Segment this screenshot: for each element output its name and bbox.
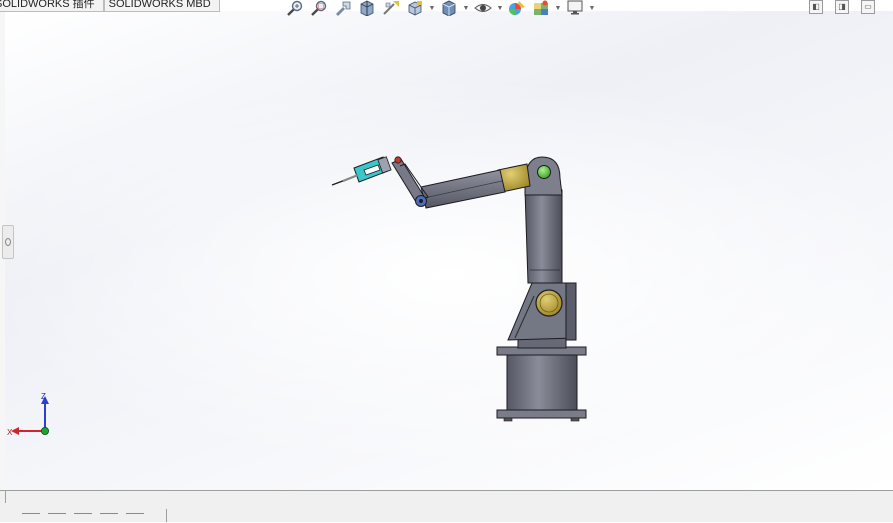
zoom-to-fit-icon[interactable]: [284, 0, 306, 16]
shoulder-mount[interactable]: [507, 282, 577, 349]
maximize-view-icon[interactable]: ▭: [861, 0, 875, 14]
chevron-down-icon[interactable]: ▼: [554, 0, 562, 16]
dynamic-annotation-icon[interactable]: [380, 0, 402, 16]
triad-z-label: Z: [41, 392, 46, 401]
bottom-bar: [0, 490, 893, 522]
tab-solidworks-addins[interactable]: SOLIDWORKS 插件: [0, 0, 104, 12]
triad-x-label: X: [7, 428, 13, 437]
tab-solidworks-mbd[interactable]: SOLIDWORKS MBD: [103, 0, 220, 12]
chevron-down-icon[interactable]: ▼: [496, 0, 504, 16]
wrist-links[interactable]: [391, 156, 429, 207]
bottom-toolbar: [22, 513, 144, 523]
display-style-icon[interactable]: [438, 0, 460, 16]
robot-arm-model[interactable]: [0, 0, 893, 490]
edit-appearance-icon[interactable]: [506, 0, 528, 16]
heads-up-view-toolbar: ▼ ▼ ▼ ▼ ▼: [284, 0, 596, 16]
upper-arm[interactable]: [524, 156, 563, 284]
section-view-icon[interactable]: [356, 0, 378, 16]
grid-tool-icon[interactable]: [100, 513, 118, 523]
end-effector-tool[interactable]: [331, 156, 392, 186]
command-manager-tabs: SOLIDWORKS 插件 SOLIDWORKS MBD: [0, 0, 220, 12]
apply-scene-icon[interactable]: [530, 0, 552, 16]
previous-view-icon[interactable]: [332, 0, 354, 16]
base[interactable]: [496, 346, 587, 422]
chevron-down-icon[interactable]: ▼: [462, 0, 470, 16]
viewport-window-controls: ◧ ◨ ▭: [809, 0, 875, 14]
restore-view-icon[interactable]: ◨: [835, 0, 849, 14]
relation-tool-icon[interactable]: [74, 513, 92, 523]
chevron-down-icon[interactable]: ▼: [428, 0, 436, 16]
chevron-down-icon[interactable]: ▼: [588, 0, 596, 16]
view-orientation-icon[interactable]: [404, 0, 426, 16]
hide-show-items-icon[interactable]: [472, 0, 494, 16]
reference-triad: Z X: [7, 392, 50, 437]
zoom-to-area-icon[interactable]: [308, 0, 330, 16]
line-tool-icon[interactable]: [126, 513, 144, 523]
dimension-tool-icon[interactable]: [48, 513, 66, 523]
view-settings-icon[interactable]: [564, 0, 586, 16]
forearm[interactable]: [420, 169, 506, 209]
sketch-tool-icon[interactable]: [22, 513, 40, 523]
split-view-icon[interactable]: ◧: [809, 0, 823, 14]
panel-collapse-handle[interactable]: [2, 225, 14, 259]
